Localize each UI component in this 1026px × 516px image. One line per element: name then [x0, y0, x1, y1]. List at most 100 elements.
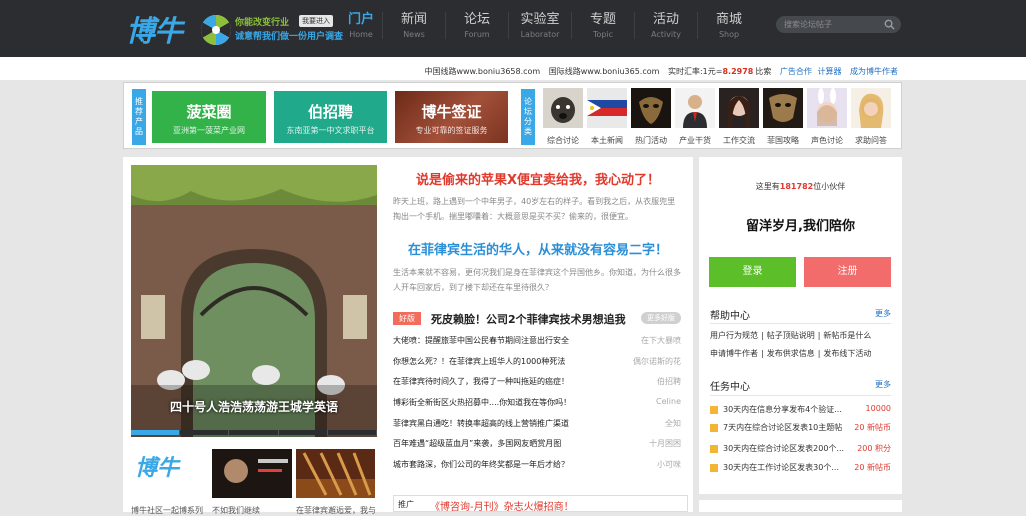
- search-input[interactable]: [784, 16, 879, 33]
- task-item[interactable]: 30天内在信息分享发布4个验证... 10000: [710, 404, 891, 420]
- news-item[interactable]: 菲律宾黑白通吃！转换率超高的线上营销推广渠道 全知: [393, 418, 681, 439]
- category-general[interactable]: 综合讨论: [543, 88, 583, 146]
- ad-caption-1[interactable]: 博牛社区一起博系列: [131, 505, 203, 516]
- category-industry[interactable]: 产业干货: [675, 88, 715, 146]
- task-title[interactable]: 30天内在信息分享发布4个验证...: [723, 404, 842, 415]
- news-item-title[interactable]: 菲律宾黑白通吃！转换率超高的线上营销推广渠道: [393, 418, 569, 429]
- china-line-link[interactable]: 中国线路www.boniu3658.com: [424, 67, 540, 76]
- task-item[interactable]: 30天内在综合讨论区发表200个... 200 积分: [710, 443, 891, 459]
- promo-bar-text[interactable]: 《博咨询-月刊》杂志火爆招商！: [430, 498, 574, 513]
- help-link[interactable]: 发布线下活动: [823, 349, 871, 358]
- task-title[interactable]: 30天内在综合讨论区发表200个...: [723, 443, 844, 454]
- headline-1[interactable]: 说是偷来的苹果X便宜卖给我，我心动了！: [393, 169, 683, 188]
- news-item-title[interactable]: 博彩街全新街区火热招募中....你知道我在等你吗！: [393, 397, 571, 408]
- promo-bar[interactable]: 推广 《博咨询-月刊》杂志火爆招商！: [393, 495, 688, 513]
- task-item[interactable]: 30天内在工作讨论区发表30个... 20 新帖币: [710, 462, 891, 478]
- category-entertainment[interactable]: 声色讨论: [807, 88, 847, 146]
- help-link[interactable]: 申请博牛作者: [710, 349, 758, 358]
- nav-activity[interactable]: 活动 Activity: [634, 12, 697, 39]
- promo-enter-badge[interactable]: 我要进入: [299, 15, 333, 27]
- nav-label: 实验室: [520, 12, 560, 27]
- news-item-title[interactable]: 城市套路深，你们公司的年终奖都是一年后才给？: [393, 459, 569, 470]
- slide-dot[interactable]: [328, 430, 378, 435]
- category-work[interactable]: 工作交流: [719, 88, 759, 146]
- category-qa[interactable]: 求助问答: [851, 88, 891, 146]
- member-count-suffix: 位小伙伴: [813, 182, 846, 191]
- nav-label: 新闻: [400, 12, 427, 27]
- bbq-skewers-icon: [296, 449, 375, 498]
- category-guide[interactable]: 菲国攻略: [763, 88, 803, 146]
- category-label: 工作交流: [723, 136, 755, 145]
- tile-visa[interactable]: 博牛签证 专业可靠的签证服务: [395, 91, 508, 143]
- help-center-title: 帮助中心: [710, 311, 750, 322]
- calculator-link[interactable]: 计算器: [817, 67, 841, 76]
- nav-news[interactable]: 新闻 News: [382, 12, 445, 39]
- category-hot-events[interactable]: 热门活动: [631, 88, 671, 146]
- help-more-link[interactable]: 更多: [875, 308, 891, 319]
- promo-line-1[interactable]: 你能改变行业: [235, 15, 289, 28]
- category-local-news[interactable]: 本土新闻: [587, 88, 627, 146]
- business-man-icon: [675, 88, 715, 128]
- search-icon[interactable]: [884, 19, 895, 30]
- tile-subtitle: 东南亚第一中文求职平台: [286, 126, 375, 135]
- news-item-title[interactable]: 百年难遇“超级蓝血月”来袭，多国网友晒赏月图: [393, 438, 561, 449]
- slide-dot[interactable]: [279, 430, 328, 435]
- promo-bar-label: 推广: [398, 500, 414, 509]
- featured-photo[interactable]: 四十号人浩浩荡荡游王城学英语: [131, 165, 377, 437]
- ad-thumbnail-1[interactable]: [212, 449, 292, 498]
- promo-line-2[interactable]: 诚意帮我们做一份用户调查: [235, 29, 343, 42]
- news-item[interactable]: 在菲律宾待时间久了，我得了一种叫拖延的癌症！ 伯招聘: [393, 376, 681, 397]
- news-item-title[interactable]: 在菲律宾待时间久了，我得了一种叫拖延的癌症！: [393, 376, 569, 387]
- help-link[interactable]: 帖子顶贴说明: [767, 331, 815, 340]
- news-item[interactable]: 博彩街全新街区火热招募中....你知道我在等你吗！ Celine: [393, 397, 681, 418]
- tile-bocaiquan[interactable]: 菠菜圈 亚洲第一菠菜产业网: [152, 91, 266, 143]
- help-link[interactable]: 发布供求信息: [767, 349, 815, 358]
- nav-topic[interactable]: 专题 Topic: [571, 12, 634, 39]
- ad-thumbnail-2[interactable]: [296, 449, 375, 498]
- headline-2[interactable]: 在菲律宾生活的华人，从来就没有容易二字！: [393, 239, 683, 258]
- nav-label: 门户: [347, 12, 374, 27]
- nav-home[interactable]: 门户 Home: [340, 12, 382, 39]
- task-item[interactable]: 7天内在综合讨论区发表10主题帖 20 新帖币: [710, 422, 891, 438]
- nav-laboratory[interactable]: 实验室 Laborator: [508, 12, 571, 39]
- tile-recruit[interactable]: 伯招聘 东南亚第一中文求职平台: [274, 91, 387, 143]
- help-link[interactable]: 新帖币是什么: [823, 331, 871, 340]
- news-item[interactable]: 大佬喷：提醒旅菲中国公民春节期间注意出行安全 在下大暴喷: [393, 335, 681, 356]
- nav-shop[interactable]: 商城 Shop: [697, 12, 760, 39]
- slide-dot[interactable]: [229, 430, 279, 435]
- news-item[interactable]: 你想怎么死？！在菲律宾上班华人的1000种死法 偶尔诺斯的花: [393, 356, 681, 377]
- news-item[interactable]: 城市套路深，你们公司的年终奖都是一年后才给？ 小可咪: [393, 459, 681, 480]
- register-button[interactable]: 注册: [804, 257, 891, 287]
- philippines-flag-icon: [587, 88, 627, 128]
- news-item-author[interactable]: 十月困困: [649, 438, 681, 449]
- task-more-link[interactable]: 更多: [875, 379, 891, 390]
- separator: |: [817, 331, 821, 340]
- more-news-button[interactable]: 更多好版: [641, 312, 681, 324]
- news-item-author[interactable]: 偶尔诺斯的花: [633, 356, 681, 367]
- intl-line-link[interactable]: 国际线路www.boniu365.com: [549, 67, 660, 76]
- task-title[interactable]: 30天内在工作讨论区发表30个...: [723, 462, 839, 473]
- news-item-author[interactable]: 小可咪: [657, 459, 681, 470]
- news-item-author[interactable]: 全知: [665, 418, 681, 429]
- ad-caption-2[interactable]: 不如我们继续: [212, 505, 260, 516]
- task-title[interactable]: 7天内在综合讨论区发表10主题帖: [723, 422, 842, 433]
- nav-forum[interactable]: 论坛 Forum: [445, 12, 508, 39]
- become-author-link[interactable]: 成为博牛作者: [850, 67, 898, 76]
- login-button[interactable]: 登录: [709, 257, 796, 287]
- ad-caption-3[interactable]: 在菲律宾邂逅爱，我与: [296, 505, 376, 516]
- ad-cooperation-link[interactable]: 广告合作: [780, 67, 812, 76]
- news-item-title[interactable]: 大佬喷：提醒旅菲中国公民春节期间注意出行安全: [393, 335, 569, 346]
- news-item-author[interactable]: 在下大暴喷: [641, 335, 681, 346]
- news-item-author[interactable]: Celine: [656, 397, 681, 406]
- slider-indicator[interactable]: [131, 430, 378, 435]
- help-link[interactable]: 用户行为规范: [710, 331, 758, 340]
- news-item-title[interactable]: 你想怎么死？！在菲律宾上班华人的1000种死法: [393, 356, 565, 367]
- mini-logo[interactable]: 博牛: [135, 450, 179, 482]
- survey-wheel-icon[interactable]: [200, 14, 232, 46]
- slide-dot[interactable]: [180, 430, 230, 435]
- site-logo[interactable]: 博牛: [126, 8, 183, 50]
- news-item[interactable]: 百年难遇“超级蓝血月”来袭，多国网友晒赏月图 十月困困: [393, 438, 681, 459]
- news-featured-title[interactable]: 死皮赖脸！公司2个菲律宾技术男想追我: [431, 311, 626, 327]
- slide-dot[interactable]: [131, 430, 181, 435]
- news-item-author[interactable]: 伯招聘: [657, 376, 681, 387]
